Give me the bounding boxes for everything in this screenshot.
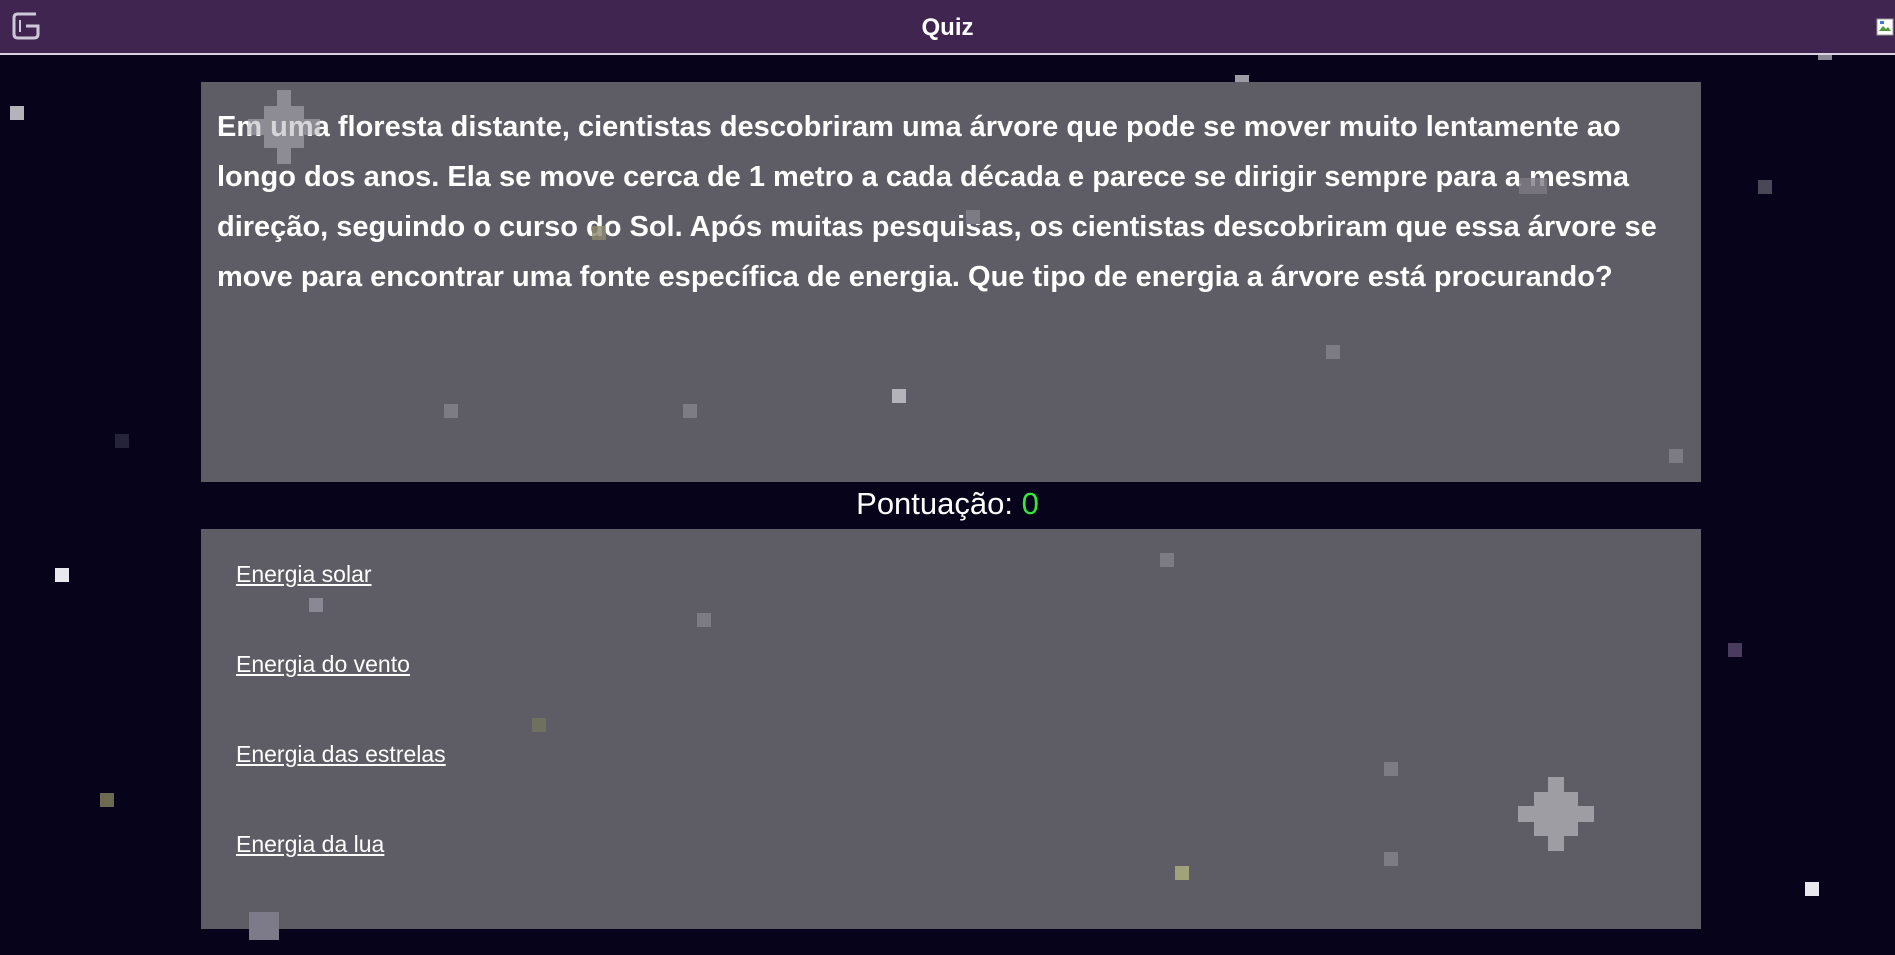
answer-option[interactable]: Energia do vento xyxy=(236,651,410,678)
answer-option[interactable]: Energia solar xyxy=(236,561,372,588)
score-label: Pontuação: xyxy=(856,486,1022,521)
question-panel: Em uma floresta distante, cientistas des… xyxy=(201,82,1701,482)
answer-option[interactable]: Energia das estrelas xyxy=(236,741,446,768)
answer-option[interactable]: Energia da lua xyxy=(236,831,384,858)
answers-panel: Energia solar Energia do vento Energia d… xyxy=(201,529,1701,929)
score-display: Pontuação: 0 xyxy=(0,486,1895,522)
score-value: 0 xyxy=(1021,486,1039,521)
page-title: Quiz xyxy=(921,14,974,41)
broken-image-icon xyxy=(1876,18,1894,36)
question-text: Em uma floresta distante, cientistas des… xyxy=(217,111,1657,293)
top-bar: Quiz xyxy=(0,0,1895,55)
